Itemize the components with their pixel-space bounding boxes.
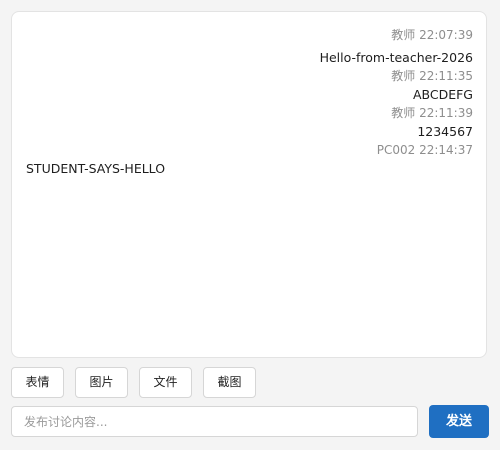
discussion-input[interactable]: [11, 406, 418, 437]
file-button[interactable]: 文件: [139, 367, 192, 398]
message-meta: 教师 22:11:39: [26, 105, 473, 122]
message-sender: 教师: [391, 69, 416, 83]
message-time: 22:11:35: [419, 69, 473, 83]
message-meta: PC002 22:14:37: [26, 142, 473, 159]
message-sender: PC002: [376, 143, 416, 157]
message-sender: 教师: [391, 28, 416, 42]
message-text: Hello-from-teacher-2026: [319, 50, 473, 65]
message-teacher-3: 教师 22:11:39 1234567: [26, 105, 473, 142]
message-sender: 教师: [391, 106, 416, 120]
emoji-button[interactable]: 表情: [11, 367, 64, 398]
message-text: ABCDEFG: [412, 87, 473, 102]
message-teacher-2: 教师 22:11:35 ABCDEFG: [26, 68, 473, 105]
message-student-1: STUDENT-SAYS-HELLO: [26, 159, 473, 179]
message-student-meta: PC002 22:14:37: [26, 142, 473, 159]
message-meta: 教师 22:11:35: [26, 68, 473, 85]
message-meta: 教师 22:07:39: [26, 27, 473, 44]
chat-message-panel[interactable]: 教师 22:07:39 Hello-from-teacher-2026 教师 2…: [11, 11, 487, 358]
message-teacher-1: 教师 22:07:39 Hello-from-teacher-2026: [26, 27, 473, 68]
screenshot-button[interactable]: 截图: [203, 367, 256, 398]
message-text: 1234567: [417, 124, 473, 139]
image-button[interactable]: 图片: [75, 367, 128, 398]
message-time: 22:14:37: [419, 143, 473, 157]
message-time: 22:11:39: [419, 106, 473, 120]
message-time: 22:07:39: [419, 28, 473, 42]
message-text: STUDENT-SAYS-HELLO: [26, 161, 166, 176]
message-list: 教师 22:07:39 Hello-from-teacher-2026 教师 2…: [26, 27, 473, 179]
send-button[interactable]: 发送: [429, 405, 489, 438]
